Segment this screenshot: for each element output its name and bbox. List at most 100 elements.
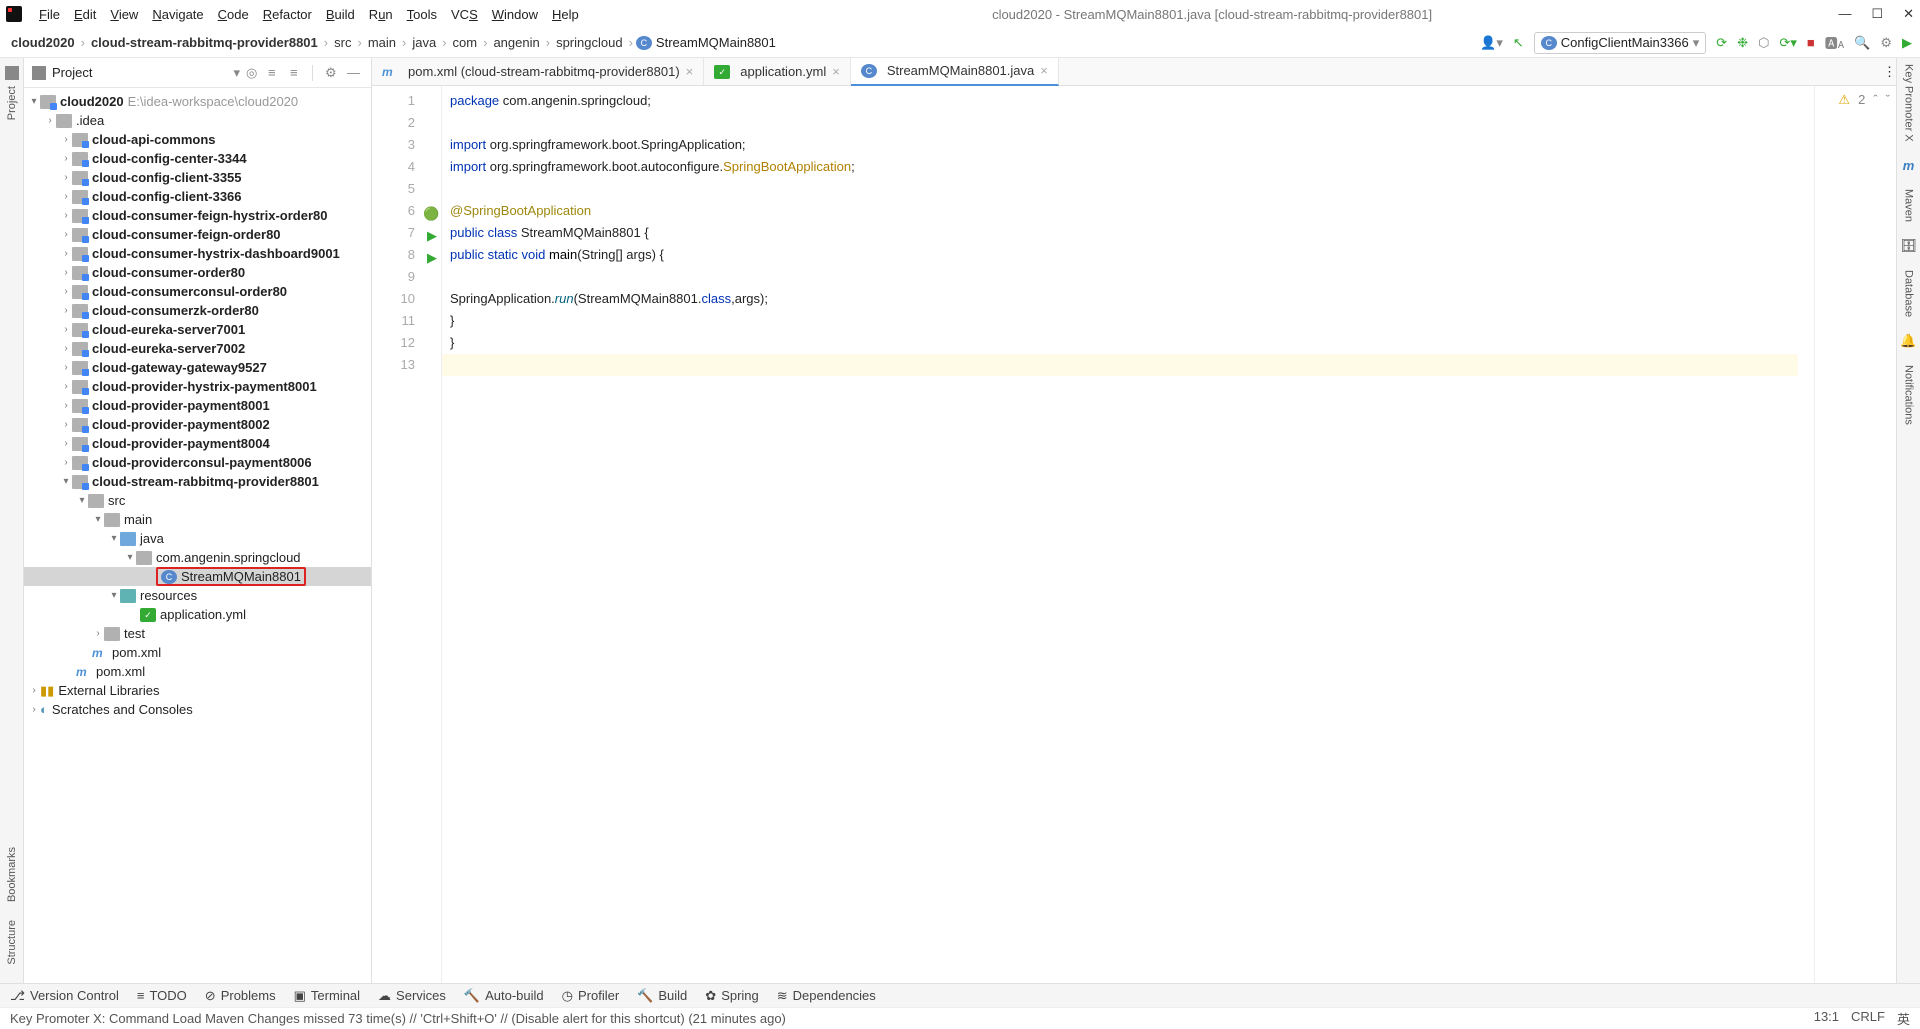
tree-module[interactable]: ›cloud-eureka-server7001 [24,320,371,339]
menu-window[interactable]: Window [485,5,545,24]
tree-module[interactable]: ›cloud-eureka-server7002 [24,339,371,358]
tw-autobuild[interactable]: 🔨 Auto-build [464,988,544,1004]
prev-highlight-icon[interactable]: ˆ [1873,92,1877,107]
tw-terminal[interactable]: ▣ Terminal [294,988,360,1004]
bell-icon[interactable]: 🔔 [1900,333,1916,349]
run-gutter-icon[interactable]: ▶ [423,247,437,261]
stripe-structure[interactable]: Structure [6,920,18,965]
tree-module[interactable]: ›cloud-consumer-feign-hystrix-order80 [24,206,371,225]
tw-build[interactable]: 🔨 Build [637,988,687,1004]
maven-icon[interactable]: m [1903,158,1915,173]
tree-module[interactable]: ›cloud-gateway-gateway9527 [24,358,371,377]
translate-icon[interactable]: 🅰ᴀ [1825,33,1844,52]
stripe-kp[interactable]: Key Promoter X [1903,64,1915,142]
tree-module[interactable]: ›cloud-consumer-order80 [24,263,371,282]
next-highlight-icon[interactable]: ˇ [1886,92,1890,107]
menu-run[interactable]: Run [362,5,400,24]
tab-yml[interactable]: application.yml× [704,58,851,86]
tab-main[interactable]: StreamMQMain8801.java× [851,58,1059,86]
menu-navigate[interactable]: Navigate [145,5,210,24]
reimport-icon[interactable]: ⟳ [1716,35,1727,51]
maximize-icon[interactable]: ☐ [1871,6,1883,22]
close-tab-icon[interactable]: × [832,64,840,79]
stripe-notif[interactable]: Notifications [1903,365,1915,425]
stripe-project[interactable]: Project [6,86,18,120]
tree-module[interactable]: ›cloud-consumer-hystrix-dashboard9001 [24,244,371,263]
crumb[interactable]: com [450,35,481,50]
project-tree[interactable]: ▾cloud2020E:\idea-workspace\cloud2020 ›.… [24,88,371,983]
settings-icon[interactable]: ⚙ [1880,35,1892,51]
deps-icon[interactable]: ❉ [1737,35,1748,51]
menu-tools[interactable]: Tools [400,5,444,24]
tab-pom[interactable]: pom.xml (cloud-stream-rabbitmq-provider8… [372,58,704,86]
tree-module[interactable]: ›cloud-consumerzk-order80 [24,301,371,320]
project-tool-icon[interactable] [5,66,19,80]
hide-panel-icon[interactable]: — [347,65,363,80]
bean-gutter-icon[interactable]: 🟢 [423,203,437,217]
crumb[interactable]: springcloud [553,35,626,50]
tree-module[interactable]: ›cloud-api-commons [24,130,371,149]
search-icon[interactable]: 🔍 [1854,35,1870,51]
lang-indicator[interactable]: 英 [1897,1009,1910,1028]
minimize-icon[interactable]: — [1838,6,1851,22]
tw-spring[interactable]: ✿ Spring [705,988,758,1004]
crumb[interactable]: cloud-stream-rabbitmq-provider8801 [88,35,321,50]
stripe-maven[interactable]: Maven [1903,189,1915,222]
tw-vcs[interactable]: ⎇ Version Control [10,988,119,1004]
tree-module[interactable]: ›cloud-provider-payment8002 [24,415,371,434]
menu-file[interactable]: File [32,5,67,24]
menu-view[interactable]: View [103,5,145,24]
menu-edit[interactable]: Edit [67,5,103,24]
tree-module[interactable]: ›cloud-consumer-feign-order80 [24,225,371,244]
tree-module[interactable]: ›cloud-config-client-3366 [24,187,371,206]
code-editor[interactable]: package com.angenin.springcloud; import … [442,86,1814,983]
tree-module[interactable]: ›cloud-config-client-3355 [24,168,371,187]
tree-module[interactable]: ›cloud-consumerconsul-order80 [24,282,371,301]
menu-refactor[interactable]: Refactor [256,5,319,24]
tw-deps[interactable]: ≋ Dependencies [777,988,876,1004]
tree-file-selected[interactable]: StreamMQMain8801 [24,567,371,586]
tree-module[interactable]: ›cloud-provider-hystrix-payment8001 [24,377,371,396]
close-tab-icon[interactable]: × [1040,63,1048,78]
menu-vcs[interactable]: VCS [444,5,485,24]
run-dropdown-icon[interactable]: ⟳▾ [1779,35,1796,51]
tab-actions-icon[interactable]: ⋮ [1883,64,1896,80]
crumb[interactable]: java [409,35,439,50]
line-sep[interactable]: CRLF [1851,1009,1885,1028]
tree-module[interactable]: ›cloud-providerconsul-payment8006 [24,453,371,472]
database-icon[interactable]: 🗄 [1900,238,1917,254]
tw-todo[interactable]: ≡ TODO [137,988,187,1003]
hexagon-icon[interactable]: ⬡ [1758,35,1769,51]
stop-icon[interactable]: ■ [1807,35,1815,50]
crumb[interactable]: main [365,35,399,50]
run-gutter-icon[interactable]: ▶ [423,225,437,239]
user-icon[interactable]: 👤▾ [1480,35,1503,51]
tree-module[interactable]: ›cloud-provider-payment8001 [24,396,371,415]
run-config-selector[interactable]: ConfigClientMain3366▾ [1534,32,1706,54]
crumb[interactable]: cloud2020 [8,35,78,50]
menu-build[interactable]: Build [319,5,362,24]
close-icon[interactable]: ✕ [1903,6,1914,22]
run-icon[interactable]: ▶ [1902,35,1912,51]
tree-module[interactable]: ›cloud-provider-payment8004 [24,434,371,453]
tw-services[interactable]: ☁ Services [378,988,446,1004]
menu-code[interactable]: Code [211,5,256,24]
crumb[interactable]: angenin [490,35,542,50]
stripe-bookmarks[interactable]: Bookmarks [6,847,18,902]
stripe-db[interactable]: Database [1903,270,1915,317]
caret-position[interactable]: 13:1 [1814,1009,1839,1028]
expand-all-icon[interactable]: ≡ [268,65,284,80]
collapse-all-icon[interactable]: ≡ [290,65,306,80]
tw-profiler[interactable]: ◷ Profiler [562,988,620,1004]
back-arrow-icon[interactable]: ↖ [1513,35,1524,51]
tw-problems[interactable]: ⊘ Problems [205,988,276,1004]
close-tab-icon[interactable]: × [686,64,694,79]
warning-icon[interactable]: ⚠ [1838,92,1850,108]
menu-help[interactable]: Help [545,5,586,24]
tree-module[interactable]: ›cloud-config-center-3344 [24,149,371,168]
crumb[interactable]: src [331,35,354,50]
locate-icon[interactable]: ◎ [246,65,262,81]
gear-icon[interactable]: ⚙ [325,65,341,81]
view-mode-dropdown[interactable]: ▾ [233,65,240,81]
crumb-file[interactable]: StreamMQMain8801 [636,35,776,50]
